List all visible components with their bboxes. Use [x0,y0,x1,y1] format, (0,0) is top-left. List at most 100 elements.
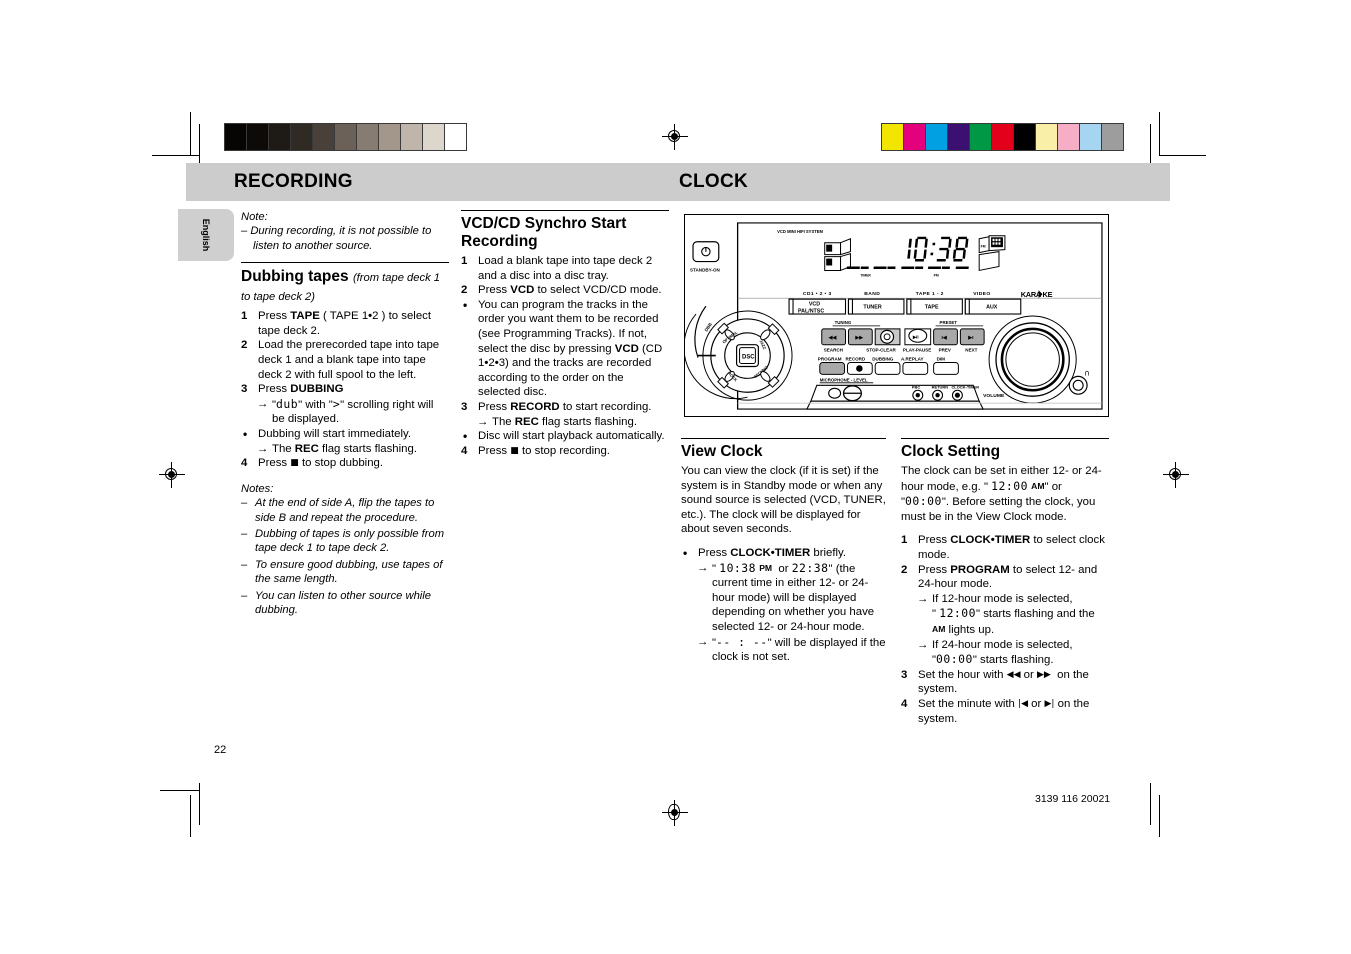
svg-text:DUBBING: DUBBING [872,357,894,362]
volume-knob[interactable] [988,315,1077,404]
crop-mark-bottom-right-outer [1159,795,1161,837]
svg-text:▶▶: ▶▶ [854,335,864,341]
list-item: • Press CLOCK•TIMER briefly. [683,545,847,560]
list-item: → If 12-hour mode is selected, " 12:00" s… [917,592,1095,636]
list-item: → The REC flag starts flashing. [257,442,417,455]
column-clock-setting: Clock Setting The clock can be set in ei… [901,438,1109,726]
svg-text:A.REPLAY: A.REPLAY [901,357,924,362]
svg-text:I◀: I◀ [942,335,947,341]
color-swatch [882,124,904,150]
color-swatch [1014,124,1036,150]
svg-text:KE: KE [1043,290,1053,299]
registration-mark-right-center [1163,462,1189,488]
svg-text:NEXT: NEXT [965,348,977,353]
crop-mark-top-right-horizontal [1160,155,1206,157]
chroma-colorbar [881,123,1124,151]
color-swatch [357,124,379,150]
lcd-pm-label: PM [934,273,939,277]
svg-text:TUNER: TUNER [863,305,882,311]
list-item: 1 Press CLOCK•TIMER to select clock mode. [901,534,1105,561]
lcd-segment-row [846,266,969,270]
list-item: → "-- : --" will be displayed if the cloc… [697,634,886,664]
heading-synchro-line2: Recording [461,233,538,250]
dsc-label: DSC [742,355,755,361]
volume-label: VOLUME [983,393,1005,399]
svg-text:PREV: PREV [939,348,951,353]
heading-dubbing-main: Dubbing tapes [241,268,349,286]
dubbing-steps-list: 1 Press TAPE ( TAPE 1•2 ) to select tape … [241,309,449,471]
divider-clock-setting [901,438,1109,439]
list-item: 3 Set the hour with ◀◀ or ▶▶ on the syste… [901,668,1089,696]
svg-text:◀◀: ◀◀ [828,335,837,341]
column-recording-left: Note: – During recording, it is not poss… [241,210,449,619]
svg-text:AUX: AUX [986,305,998,311]
list-item: 3 Press DUBBING [241,383,344,396]
color-swatch [1102,124,1123,150]
standby-on-label: STANDBY-ON [690,267,720,272]
page-number: 22 [214,744,227,756]
color-swatch [904,124,926,150]
list-item: 4 Set the minute with |◀ or ▶| on the sys… [901,697,1090,725]
list-item: 2 Press VCD to select VCD/CD mode. [461,284,662,297]
grayscale-colorbar [224,123,467,151]
svg-text:CD1 • 2 • 3: CD1 • 2 • 3 [803,291,832,297]
dubbing-notes-list: – At the end of side A, flip the tapes to… [241,496,449,617]
language-tab: English [178,209,234,261]
document-code: 3139 116 20021 [1035,793,1111,805]
transport-buttons[interactable]: ◀◀ ▶▶ ▶II I◀ ▶I [821,328,985,346]
device-diagram-svg: VCD MINI HIFI SYSTEM STANDBY-ON FM TIMER… [683,222,1103,410]
color-swatch [313,124,335,150]
list-item: – You can listen to other source while du… [241,589,431,616]
microphone-level-label: MICROPHONE - LEVEL [820,377,868,382]
svg-text:RETURN: RETURN [932,384,949,389]
color-swatch [1036,124,1058,150]
clock-setting-steps-list: 1 Press CLOCK•TIMER to select clock mode.… [901,533,1109,726]
headphone-jack[interactable] [1068,375,1088,395]
heading-clock-setting: Clock Setting [901,443,1001,460]
svg-text:PLAY-PAUSE: PLAY-PAUSE [903,348,931,353]
svg-text:SEARCH: SEARCH [824,348,843,353]
divider-synchro [461,210,669,211]
crop-mark-bottom-left-outer [190,795,192,837]
page-title-recording: RECORDING [234,171,353,192]
svg-text:PBC: PBC [912,384,920,389]
svg-text:TAPE: TAPE [925,305,939,311]
registration-mark-left-center [159,462,185,488]
svg-text:TAPE 1 - 2: TAPE 1 - 2 [916,291,944,297]
function-buttons[interactable] [819,362,959,375]
note-label: Note: [241,211,268,223]
color-swatch [1080,124,1102,150]
list-item: • Disc will start playback automatically. [463,429,665,444]
svg-text:PAL/NTSC: PAL/NTSC [798,309,824,315]
svg-text:VIDEO: VIDEO [973,291,990,297]
registration-mark-top-center [662,124,688,150]
transport-button-labels: SEARCH STOP-CLEAR PLAY-PAUSE PREV NEXT [824,348,978,353]
notes-label: Notes: [241,482,274,495]
svg-text:▶I: ▶I [967,335,974,341]
view-clock-steps-list: • Press CLOCK•TIMER briefly. → " 10:38 PM … [681,546,886,665]
list-item: – At the end of side A, flip the tapes to… [241,497,435,524]
lcd-time-digits [907,236,969,262]
color-swatch [926,124,948,150]
preset-label: PRESET [940,320,958,325]
heading-synchro-line1: VCD/CD Synchro Start [461,215,627,232]
language-tab-label: English [201,218,211,252]
list-item: → The REC flag starts flashing. [477,415,637,428]
tuning-label: TUNING [835,320,852,325]
dsc-dial[interactable]: DSC OPTIMAL JAZZ TECHNO ROCK DBB [683,305,793,401]
headphone-icon: ∩ [1084,368,1090,377]
list-item: • You can program the tracks in the order… [463,297,663,399]
list-item: → " 10:38 PM or 22:38" (the current time … [697,560,875,633]
source-selector-buttons[interactable]: VCD PAL/NTSC TUNER TAPE AUX [788,298,1022,315]
crop-mark-bottom-right-inner [1150,783,1152,825]
column-view-clock: View Clock You can view the clock (if it… [681,438,886,665]
color-swatch [1058,124,1080,150]
lcd-timer-label: TIMER [860,273,871,277]
clock-setting-intro: The clock can be set in either 12- or 24… [901,465,1102,523]
svg-text:FM: FM [981,245,986,249]
column-synchro-recording: VCD/CD Synchro Start Recording 1 Load a b… [461,210,669,458]
source-top-labels: CD1 • 2 • 3 BAND TAPE 1 - 2 VIDEO [803,291,990,297]
standby-on-button[interactable] [692,241,720,263]
color-swatch [335,124,357,150]
view-clock-intro: You can view the clock (if it is set) if… [681,465,886,536]
